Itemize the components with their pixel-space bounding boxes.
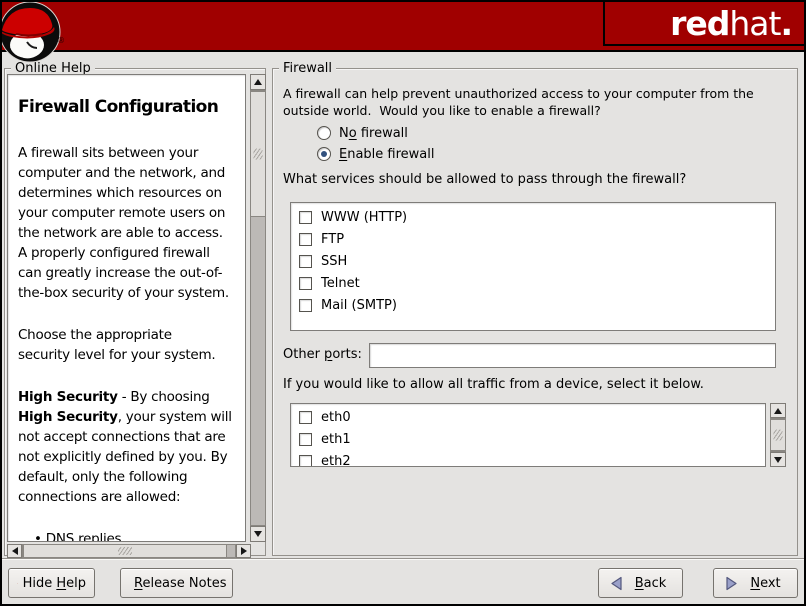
other-ports-label: Other ports: [283, 347, 362, 362]
scroll-left-button[interactable] [7, 544, 22, 558]
scroll-down-button[interactable] [250, 526, 266, 542]
no-firewall-label: No firewall [339, 126, 408, 141]
brand-text-dot: . [780, 7, 792, 40]
back-button[interactable]: Back [598, 568, 683, 598]
scrollbar-thumb[interactable] [250, 91, 266, 217]
scrollbar-thumb[interactable] [23, 544, 227, 558]
right-arrow-icon [241, 547, 247, 555]
list-item-telnet[interactable]: Telnet [291, 272, 775, 294]
help-horizontal-scrollbar[interactable] [7, 544, 251, 558]
no-firewall-radio[interactable] [317, 126, 331, 140]
help-paragraph-high-security: High Security - By choosing High Securit… [18, 387, 239, 507]
next-button[interactable]: Next [713, 568, 798, 598]
ftp-checkbox[interactable] [299, 233, 312, 246]
next-label: Next [744, 576, 787, 591]
release-notes-button[interactable]: Release Notes [120, 568, 233, 598]
button-row-separator [2, 558, 804, 560]
list-item-eth1[interactable]: eth1 [291, 428, 765, 450]
list-item-ftp[interactable]: FTP [291, 228, 775, 250]
brand-text-bold: red [670, 7, 729, 40]
redhat-shadowman-logo-icon [0, 0, 64, 68]
list-item-ssh[interactable]: SSH [291, 250, 775, 272]
scroll-right-button[interactable] [236, 544, 251, 558]
eth1-checkbox[interactable] [299, 433, 312, 446]
left-arrow-icon [12, 547, 18, 555]
services-list[interactable]: WWW (HTTP) FTP SSH Telnet Mail (SMTP) [290, 202, 776, 331]
down-arrow-icon [254, 531, 262, 537]
help-text-viewport: Firewall Configuration A firewall sits b… [7, 74, 246, 542]
radio-row-enable-firewall[interactable]: Enable firewall [317, 144, 435, 164]
list-item-eth0[interactable]: eth0 [291, 406, 765, 428]
list-item-mail[interactable]: Mail (SMTP) [291, 294, 775, 316]
list-item-www[interactable]: WWW (HTTP) [291, 206, 775, 228]
brand-text-regular: hat [729, 7, 780, 40]
hide-help-label: Hide Help [23, 576, 86, 591]
up-arrow-icon [774, 408, 782, 414]
down-arrow-icon [774, 457, 782, 463]
redhat-wordmark: redhat. [603, 2, 804, 46]
next-arrow-icon [724, 576, 739, 591]
registered-trademark: ® [57, 36, 65, 45]
up-arrow-icon [254, 79, 262, 85]
services-question: What services should be allowed to pass … [283, 171, 686, 188]
firewall-frame: Firewall A firewall can help prevent una… [272, 68, 798, 556]
help-vertical-scrollbar[interactable] [250, 74, 266, 542]
help-bullet-dns: • DNS replies [18, 529, 239, 542]
life-ring-icon [17, 575, 18, 592]
devices-question: If you would like to allow all traffic f… [283, 376, 704, 393]
enable-firewall-radio[interactable] [317, 147, 331, 161]
other-ports-input[interactable] [369, 343, 776, 368]
eth2-checkbox[interactable] [299, 455, 312, 468]
scroll-up-button[interactable] [770, 403, 786, 418]
help-paragraph-1: A firewall sits between your computer an… [18, 143, 239, 303]
back-arrow-icon [609, 576, 624, 591]
help-paragraph-2: Choose the appropriate security level fo… [18, 325, 239, 365]
radio-row-no-firewall[interactable]: No firewall [317, 123, 408, 143]
scrollbar-thumb[interactable] [770, 419, 786, 451]
scroll-down-button[interactable] [770, 452, 786, 467]
firewall-frame-title: Firewall [279, 61, 336, 76]
ssh-checkbox[interactable] [299, 255, 312, 268]
www-checkbox[interactable] [299, 211, 312, 224]
telnet-checkbox[interactable] [299, 277, 312, 290]
back-label: Back [629, 576, 672, 591]
scroll-up-button[interactable] [250, 74, 266, 90]
firewall-intro-text: A firewall can help prevent unauthorized… [283, 85, 754, 119]
eth0-checkbox[interactable] [299, 411, 312, 424]
header-banner: redhat. [2, 2, 804, 52]
hide-help-button[interactable]: Hide Help [8, 568, 95, 598]
online-help-frame: Online Help Firewall Configuration A fir… [4, 68, 266, 556]
enable-firewall-label: Enable firewall [339, 147, 435, 162]
release-notes-label: Release Notes [134, 576, 226, 591]
mail-checkbox[interactable] [299, 299, 312, 312]
devices-vertical-scrollbar[interactable] [770, 403, 786, 467]
list-item-eth2[interactable]: eth2 [291, 450, 765, 467]
devices-list[interactable]: eth0 eth1 eth2 [290, 403, 766, 467]
help-title: Firewall Configuration [18, 97, 239, 117]
installer-window: redhat. ® Online Help Firewall Configura… [0, 0, 806, 606]
